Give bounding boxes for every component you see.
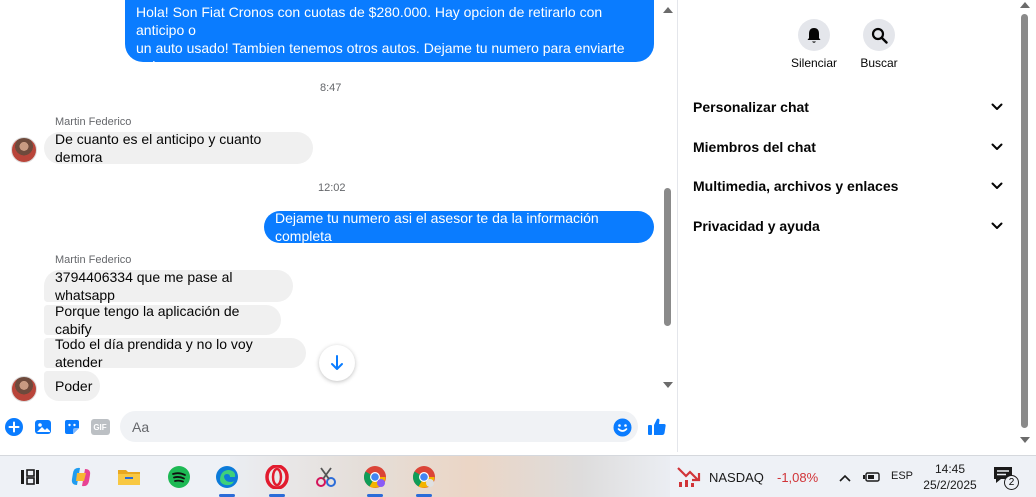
- scroll-down-arrow[interactable]: [663, 382, 673, 388]
- task-view-icon[interactable]: [16, 463, 44, 491]
- message-incoming: Todo el día prendida y no lo voy atender: [44, 336, 306, 370]
- chrome-alt-icon[interactable]: [410, 463, 438, 497]
- section-label: Miembros del chat: [693, 139, 816, 155]
- sender-name: Martin Federico: [55, 116, 132, 128]
- section-customize-chat[interactable]: Personalizar chat: [693, 95, 1003, 119]
- chevron-up-icon: [839, 474, 851, 482]
- scroll-down-arrow[interactable]: [1020, 437, 1030, 443]
- scrollbar-thumb[interactable]: [664, 188, 671, 326]
- section-label: Multimedia, archivos y enlaces: [693, 178, 899, 194]
- snip-icon[interactable]: [312, 463, 340, 491]
- gif-label: GIF: [90, 419, 110, 435]
- chevron-down-icon: [991, 103, 1003, 110]
- chrome-icon[interactable]: [361, 463, 389, 497]
- show-hidden-icons-button[interactable]: [838, 470, 854, 484]
- message-line: un auto usado! Tambien tenemos otros aut…: [136, 40, 625, 74]
- message-line: Hola! Son Fiat Cronos con cuotas de $280…: [136, 4, 603, 38]
- section-media-files-links[interactable]: Multimedia, archivos y enlaces: [693, 174, 1003, 198]
- scroll-up-arrow[interactable]: [1020, 2, 1030, 8]
- copilot-icon[interactable]: [67, 463, 95, 491]
- notification-center-button[interactable]: 2: [993, 466, 1019, 490]
- message-incoming: 3794406334 que me pase al whatsapp: [44, 269, 293, 303]
- message-outgoing: Hola! Son Fiat Cronos con cuotas de $280…: [125, 0, 654, 92]
- clock-time: 14:45: [934, 462, 966, 476]
- section-label: Privacidad y ayuda: [693, 218, 820, 234]
- clock-date: 25/2/2025: [923, 478, 977, 492]
- message-incoming: Poder: [44, 371, 100, 401]
- page-scrollbar[interactable]: [1018, 0, 1036, 452]
- message-input[interactable]: Aa: [120, 411, 638, 442]
- scrollbar-thumb[interactable]: [1021, 14, 1028, 428]
- message-input-placeholder: Aa: [132, 418, 150, 435]
- screen: Hola! Son Fiat Cronos con cuotas de $280…: [0, 0, 1036, 497]
- search-icon: [863, 19, 895, 51]
- message-incoming: De cuanto es el anticipo y cuanto demora: [44, 131, 313, 165]
- chat-info-panel: Silenciar Buscar Personalizar chat Miemb…: [678, 0, 1018, 452]
- plus-icon[interactable]: [4, 417, 24, 437]
- sticker-icon[interactable]: [62, 417, 82, 437]
- arrow-down-icon: [331, 355, 343, 370]
- avatar[interactable]: [11, 137, 37, 163]
- message-incoming: Porque tengo la aplicación de cabify: [44, 303, 281, 337]
- stock-widget[interactable]: NASDAQ -1,08%: [675, 464, 820, 490]
- scroll-to-bottom-button[interactable]: [319, 345, 355, 381]
- notification-count: 2: [1004, 475, 1019, 490]
- search-label: Buscar: [860, 56, 898, 70]
- section-privacy-help[interactable]: Privacidad y ayuda: [693, 214, 1003, 238]
- system-clock[interactable]: 14:45 25/2/2025: [918, 461, 982, 493]
- section-chat-members[interactable]: Miembros del chat: [693, 135, 1003, 159]
- message-outgoing: Dejame tu numero asi el asesor te da la …: [264, 210, 654, 244]
- avatar[interactable]: [11, 376, 37, 402]
- gif-icon[interactable]: GIF: [90, 417, 110, 437]
- chat-scrollbar[interactable]: [661, 0, 675, 400]
- message-line: la informacion: [136, 76, 224, 92]
- stock-down-icon: [677, 467, 701, 487]
- timestamp: 12:02: [318, 182, 346, 194]
- image-icon[interactable]: [33, 417, 53, 437]
- stock-name: NASDAQ: [709, 470, 764, 485]
- opera-icon[interactable]: [263, 463, 291, 497]
- battery-icon[interactable]: [863, 470, 881, 484]
- taskbar-background: [230, 456, 670, 497]
- timestamp: 8:47: [320, 82, 342, 94]
- chevron-down-icon: [991, 143, 1003, 150]
- search-button[interactable]: Buscar: [849, 19, 909, 70]
- emoji-icon[interactable]: [612, 417, 632, 437]
- stock-change: -1,08%: [777, 470, 819, 485]
- spotify-icon[interactable]: [165, 463, 193, 491]
- mute-button[interactable]: Silenciar: [784, 19, 844, 70]
- chevron-down-icon: [991, 222, 1003, 229]
- mute-label: Silenciar: [790, 56, 838, 70]
- chat-thread[interactable]: Hola! Son Fiat Cronos con cuotas de $280…: [0, 0, 676, 408]
- sender-name: Martin Federico: [55, 254, 132, 266]
- windows-taskbar: NASDAQ -1,08% ESP 14:45 25/2/2025 2: [0, 455, 1036, 497]
- language-indicator[interactable]: ESP: [891, 470, 913, 482]
- like-icon[interactable]: [647, 417, 667, 437]
- section-label: Personalizar chat: [693, 99, 809, 115]
- scroll-up-arrow[interactable]: [663, 7, 673, 13]
- message-composer: GIF Aa: [0, 408, 676, 448]
- edge-icon[interactable]: [213, 463, 241, 497]
- file-explorer-icon[interactable]: [115, 463, 143, 491]
- chevron-down-icon: [991, 182, 1003, 189]
- bell-icon: [798, 19, 830, 51]
